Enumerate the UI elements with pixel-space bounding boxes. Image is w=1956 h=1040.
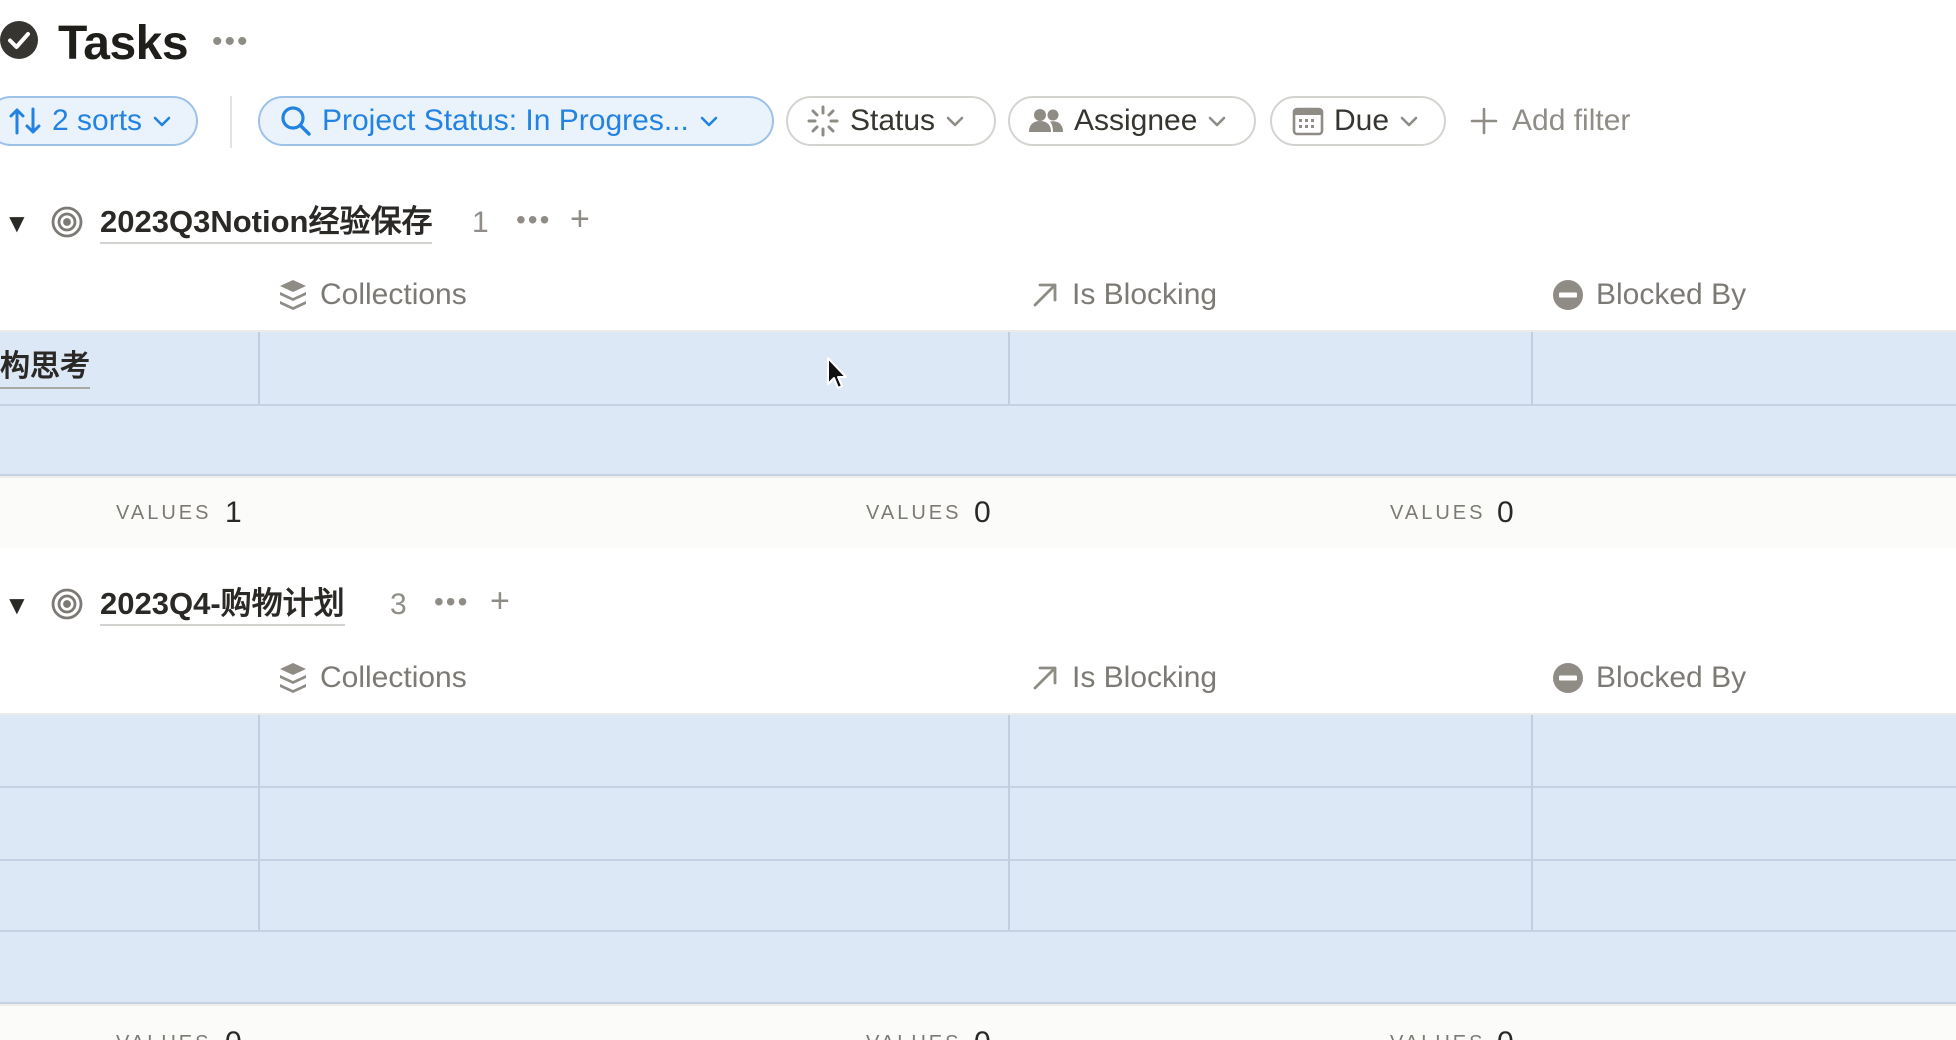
search-icon [280,105,312,137]
people-icon [1028,106,1064,136]
plus-icon [1470,107,1498,135]
column-divider [1531,715,1533,930]
table-row[interactable]: 构思考 [0,332,1956,404]
stack-icon [278,278,308,312]
filter-project-status[interactable]: Project Status: In Progres... [258,96,774,146]
arrow-up-right-icon [1030,280,1060,310]
column-header-blocked-by[interactable]: Blocked By [1552,658,1746,698]
filter-label: Assignee [1074,104,1198,137]
new-row-area[interactable] [0,406,1956,474]
column-header-is-blocking[interactable]: Is Blocking [1030,658,1217,698]
calc-label: VALUES [1390,502,1486,524]
toolbar-divider [230,96,232,148]
add-filter-button[interactable]: Add filter [1470,96,1630,146]
minus-circle-icon [1552,662,1584,694]
task-check-icon [0,21,38,59]
sort-arrows-icon [8,106,42,136]
group-add-icon[interactable]: + [570,199,590,239]
table-row[interactable] [0,861,1956,930]
calc-label: VALUES [116,1028,211,1040]
calc-value: 1 [225,496,242,529]
group-title[interactable]: 2023Q4-购物计划 [100,584,345,626]
minus-circle-icon [1552,279,1584,311]
calc-value: 0 [225,1028,242,1040]
filter-label: Due [1334,104,1390,137]
column-label: Collections [320,278,467,311]
column-header-collections[interactable]: Collections [278,658,467,698]
group-title[interactable]: 2023Q3Notion经验保存 [100,202,433,244]
sort-button[interactable]: 2 sorts [0,96,198,146]
mouse-cursor-icon [826,356,850,397]
group-more-icon[interactable]: ••• [434,582,469,622]
column-label: Is Blocking [1072,278,1218,311]
chevron-down-icon [152,114,172,128]
column-divider [1008,332,1010,404]
calc-label: VALUES [1390,1028,1485,1040]
column-label: Blocked By [1596,278,1747,311]
column-label: Collections [320,661,467,694]
group-toggle-icon[interactable]: ▼ [4,590,30,620]
group-add-icon[interactable]: + [490,581,510,621]
column-divider [258,715,260,930]
page-title: Tasks [58,17,189,70]
calc-value: 0 [974,496,991,529]
column-header-is-blocking[interactable]: Is Blocking [1030,275,1217,315]
filter-status[interactable]: Status [786,96,996,146]
column-header-blocked-by[interactable]: Blocked By [1552,275,1746,315]
column-header-collections[interactable]: Collections [278,275,467,315]
chevron-down-icon [699,114,719,128]
target-icon [50,587,84,621]
calc-value: 0 [1497,496,1514,529]
group-count: 3 [390,588,407,621]
calendar-icon [1292,106,1324,136]
filter-assignee[interactable]: Assignee [1008,96,1256,146]
calc-label: VALUES [866,502,962,524]
calc-value: 0 [1497,1028,1514,1040]
column-divider [258,332,260,404]
group-more-icon[interactable]: ••• [516,200,551,240]
calc-label: VALUES [116,502,212,524]
group-toggle-icon[interactable]: ▼ [4,208,30,238]
add-filter-label: Add filter [1512,104,1631,137]
row-name[interactable]: 构思考 [0,347,90,389]
filter-label: Project Status: In Progres... [322,104,689,137]
calc-label: VALUES [866,1028,961,1040]
column-label: Blocked By [1596,661,1747,694]
status-loader-icon [806,104,840,138]
chevron-down-icon [1207,114,1227,128]
stack-icon [278,661,308,695]
target-icon [50,205,84,239]
filter-label: Status [850,104,936,137]
sort-label: 2 sorts [52,104,143,137]
filter-due[interactable]: Due [1270,96,1446,146]
chevron-down-icon [945,114,965,128]
column-label: Is Blocking [1072,661,1218,694]
more-options-icon[interactable]: ••• [212,22,250,62]
column-divider [1008,715,1010,930]
table-row[interactable] [0,788,1956,859]
chevron-down-icon [1399,114,1419,128]
table-row[interactable] [0,715,1956,786]
calculation-row: VALUES 0 VALUES 0 VALUES 0 [0,1004,1956,1040]
column-divider [1531,332,1533,404]
arrow-up-right-icon [1030,663,1060,693]
calc-value: 0 [974,1028,991,1040]
group-count: 1 [472,206,489,239]
new-row-area[interactable] [0,932,1956,1002]
